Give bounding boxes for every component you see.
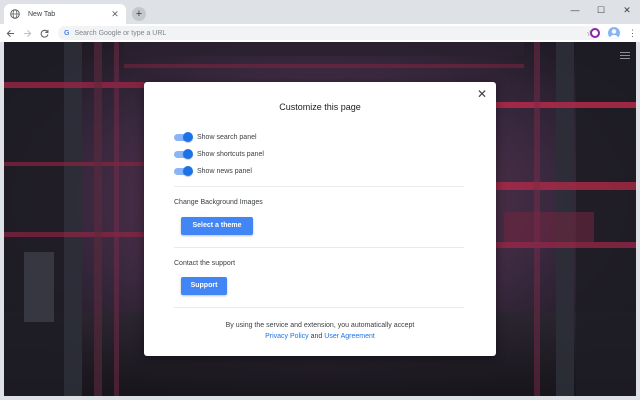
forward-icon[interactable] — [21, 27, 34, 40]
background-section-label: Change Background Images — [174, 199, 263, 206]
support-button[interactable]: Support — [181, 277, 227, 295]
news-panel-toggle[interactable] — [174, 166, 193, 176]
new-tab-button[interactable]: + — [132, 7, 146, 21]
tab-strip: New Tab ✕ + — ☐ ✕ — [0, 0, 640, 24]
user-agreement-link[interactable]: User Agreement — [324, 333, 375, 340]
search-panel-toggle-row[interactable]: Show search panel — [174, 131, 257, 143]
google-icon: G — [64, 29, 70, 37]
window-controls: — ☐ ✕ — [562, 0, 640, 20]
privacy-policy-link[interactable]: Privacy Policy — [265, 333, 309, 340]
omnibox-input[interactable]: Search Google or type a URL — [74, 30, 584, 37]
toggle-label: Show shortcuts panel — [197, 150, 264, 158]
terms-notice: By using the service and extension, you … — [225, 322, 415, 329]
profile-avatar-icon[interactable] — [608, 27, 620, 39]
globe-icon — [10, 9, 20, 19]
more-options-icon[interactable]: ⋮ — [628, 28, 637, 39]
maximize-button[interactable]: ☐ — [588, 0, 614, 20]
divider — [174, 186, 464, 187]
toggle-label: Show news panel — [197, 167, 252, 175]
back-icon[interactable] — [4, 27, 17, 40]
extension-icon[interactable] — [590, 28, 600, 38]
toolbar-actions: ⋮ — [582, 27, 637, 39]
terms-links: Privacy Policy and User Agreement — [144, 333, 496, 340]
menu-icon[interactable] — [620, 52, 630, 61]
divider — [174, 307, 464, 308]
tab-title: New Tab — [28, 10, 56, 18]
close-icon[interactable]: ✕ — [476, 88, 488, 100]
omnibox[interactable]: G Search Google or type a URL ☆ — [58, 26, 600, 40]
links-conjunction: and — [310, 333, 323, 340]
minimize-button[interactable]: — — [562, 0, 588, 20]
toggle-label: Show search panel — [197, 133, 257, 141]
tab-new-tab[interactable]: New Tab ✕ — [4, 4, 126, 24]
search-panel-toggle[interactable] — [174, 132, 193, 142]
dialog-title: Customize this page — [279, 102, 361, 112]
news-panel-toggle-row[interactable]: Show news panel — [174, 165, 252, 177]
close-window-button[interactable]: ✕ — [614, 0, 640, 20]
shortcuts-panel-toggle[interactable] — [174, 149, 193, 159]
browser-toolbar: G Search Google or type a URL ☆ ⋮ — [0, 24, 640, 42]
tab-close-icon[interactable]: ✕ — [110, 9, 120, 19]
shortcuts-panel-toggle-row[interactable]: Show shortcuts panel — [174, 148, 264, 160]
divider — [174, 247, 464, 248]
support-section-label: Contact the support — [174, 260, 236, 267]
select-theme-button[interactable]: Select a theme — [181, 217, 253, 235]
reload-icon[interactable] — [38, 27, 51, 40]
customize-dialog: Customize this page ✕ Show search panel … — [144, 82, 496, 356]
